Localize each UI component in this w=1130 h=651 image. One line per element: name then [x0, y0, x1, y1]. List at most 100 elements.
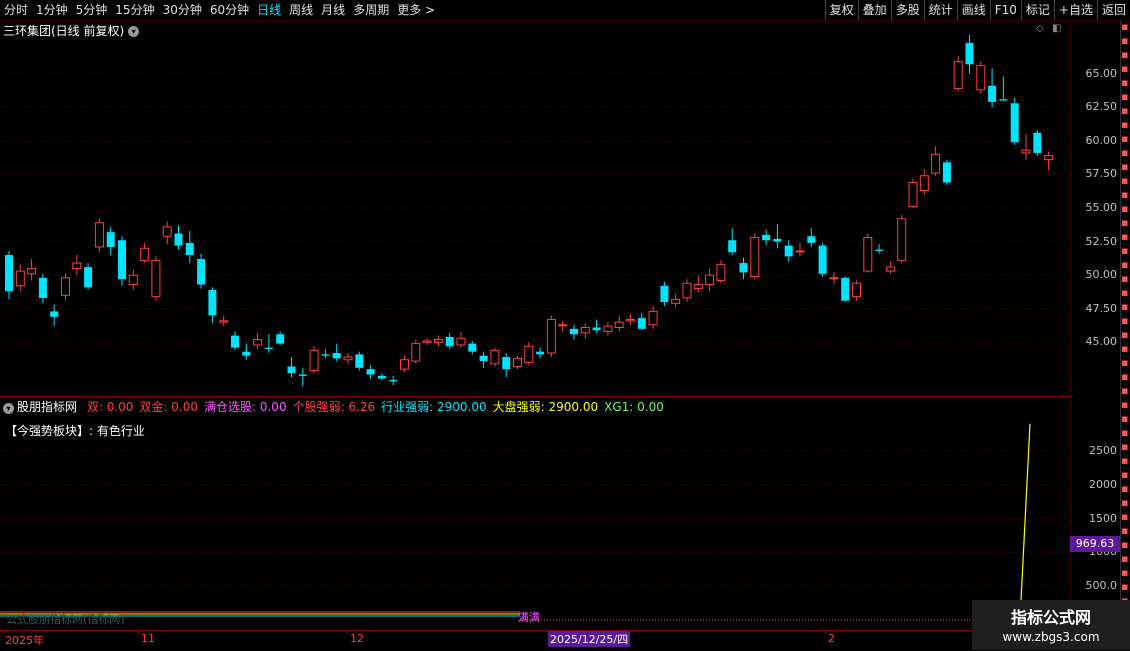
candle-body[interactable] [151, 259, 161, 298]
candle-body[interactable] [422, 340, 432, 343]
candle-body[interactable] [231, 335, 239, 348]
tab-period[interactable]: 月线 [317, 0, 349, 20]
candle-body[interactable] [558, 324, 568, 327]
candle-body[interactable] [298, 374, 307, 376]
toolbar-button[interactable]: 多股 [890, 0, 924, 20]
candle-body[interactable] [728, 240, 737, 253]
candle-body[interactable] [1033, 132, 1042, 153]
indicator-chart[interactable] [0, 397, 1070, 630]
candle-body[interactable] [242, 351, 251, 356]
tab-period[interactable]: 分时 [0, 0, 32, 20]
candle-body[interactable] [999, 99, 1008, 101]
candle-body[interactable] [490, 349, 500, 365]
candle-body[interactable] [456, 337, 466, 346]
candle-body[interactable] [739, 263, 748, 273]
candle-body[interactable] [988, 85, 997, 102]
candle-body[interactable] [965, 42, 974, 65]
candle-body[interactable] [377, 375, 386, 379]
candle-body[interactable] [94, 222, 104, 248]
candle-body[interactable] [174, 233, 183, 246]
candle-body[interactable] [1021, 149, 1031, 154]
candle-body[interactable] [389, 379, 398, 382]
candle-body[interactable] [5, 255, 13, 292]
candle-body[interactable] [343, 356, 353, 361]
candle-body[interactable] [693, 284, 703, 290]
candle-body[interactable] [128, 274, 138, 286]
candle-body[interactable] [1010, 103, 1019, 143]
candle-body[interactable] [15, 270, 25, 287]
candle-body[interactable] [570, 328, 578, 335]
tab-period[interactable]: 1分钟 [32, 0, 72, 20]
toolbar-button[interactable]: 复权 [824, 0, 858, 20]
candle-body[interactable] [61, 277, 70, 296]
candle-body[interactable] [592, 327, 601, 331]
candle-body[interactable] [287, 366, 296, 374]
candle-body[interactable] [332, 353, 341, 359]
candle-body[interactable] [185, 242, 194, 255]
candle-body[interactable] [253, 339, 263, 346]
candle-body[interactable] [264, 347, 273, 349]
tab-period[interactable]: 5分钟 [72, 0, 112, 20]
tab-period[interactable]: 多周期 [349, 0, 393, 20]
candle-body[interactable] [140, 247, 150, 261]
candle-body[interactable] [479, 355, 488, 362]
candle-body[interactable] [355, 354, 364, 368]
candle-body[interactable] [524, 345, 534, 363]
candle-body[interactable] [84, 267, 93, 288]
candle-body[interactable] [614, 321, 624, 329]
candle-body[interactable] [931, 153, 941, 174]
toolbar-button[interactable]: 画线 [956, 0, 990, 20]
candle-body[interactable] [433, 339, 443, 343]
candle-body[interactable] [72, 262, 82, 269]
candle-body[interactable] [829, 277, 839, 280]
candle-body[interactable] [626, 318, 635, 322]
candle-body[interactable] [276, 334, 285, 344]
candle-body[interactable] [637, 318, 646, 329]
candlestick-chart[interactable] [0, 20, 1070, 396]
candle-body[interactable] [885, 266, 895, 272]
toolbar-button[interactable]: 叠加 [857, 0, 891, 20]
candle-body[interactable] [219, 320, 229, 323]
toolbar-button[interactable]: 统计 [923, 0, 957, 20]
candle-body[interactable] [841, 277, 850, 301]
side-panel-strip[interactable]: ▪ ▪ ▪ ▪ ▪ ▪ ▪ ▪ ▪ ▪ ▪ ▪ ▪ ▪ ▪ ▪ ▪ ▪ ▪ ▪ ▪ ▪ ▪ ▪ ▪ ▪ ▪ ▪ ▪ ▪ ▪ ▪ ▪ ▪ ▪ ▪ ▪ ▪ ▪ ▪… [1120, 20, 1130, 630]
toolbar-button[interactable]: 返回 [1096, 0, 1130, 20]
candle-body[interactable] [818, 245, 827, 274]
candle-body[interactable] [807, 236, 816, 243]
candle-body[interactable] [750, 237, 760, 277]
candle-body[interactable] [411, 343, 421, 362]
candle-body[interactable] [919, 175, 929, 192]
candle-body[interactable] [603, 325, 613, 333]
candle-body[interactable] [536, 351, 545, 355]
candle-body[interactable] [445, 336, 454, 347]
candle-body[interactable] [762, 234, 771, 241]
tab-period[interactable]: 60分钟 [206, 0, 253, 20]
toolbar-button[interactable]: F10 [989, 0, 1021, 20]
candle-body[interactable] [976, 65, 986, 91]
candle-body[interactable] [546, 318, 556, 354]
toolbar-button[interactable]: 标记 [1020, 0, 1054, 20]
candle-body[interactable] [953, 61, 963, 89]
candle-body[interactable] [660, 285, 669, 302]
tab-period[interactable]: 30分钟 [159, 0, 206, 20]
candle-body[interactable] [875, 249, 884, 251]
candle-body[interactable] [863, 237, 873, 272]
candle-body[interactable] [1044, 155, 1054, 161]
candle-body[interactable] [162, 226, 172, 237]
tab-period[interactable]: 更多 > [393, 0, 439, 20]
candle-body[interactable] [106, 232, 115, 247]
candle-body[interactable] [795, 250, 805, 253]
candle-body[interactable] [321, 354, 330, 356]
candle-body[interactable] [366, 369, 375, 375]
candle-body[interactable] [502, 357, 511, 370]
candle-body[interactable] [118, 240, 126, 280]
candle-body[interactable] [716, 263, 726, 282]
toolbar-button[interactable]: +自选 [1053, 0, 1097, 20]
candle-body[interactable] [705, 274, 715, 286]
candle-body[interactable] [208, 289, 217, 316]
candle-body[interactable] [942, 162, 951, 183]
candle-body[interactable] [50, 311, 59, 317]
candle-body[interactable] [784, 245, 793, 257]
candle-body[interactable] [773, 238, 782, 242]
candle-body[interactable] [682, 282, 692, 299]
